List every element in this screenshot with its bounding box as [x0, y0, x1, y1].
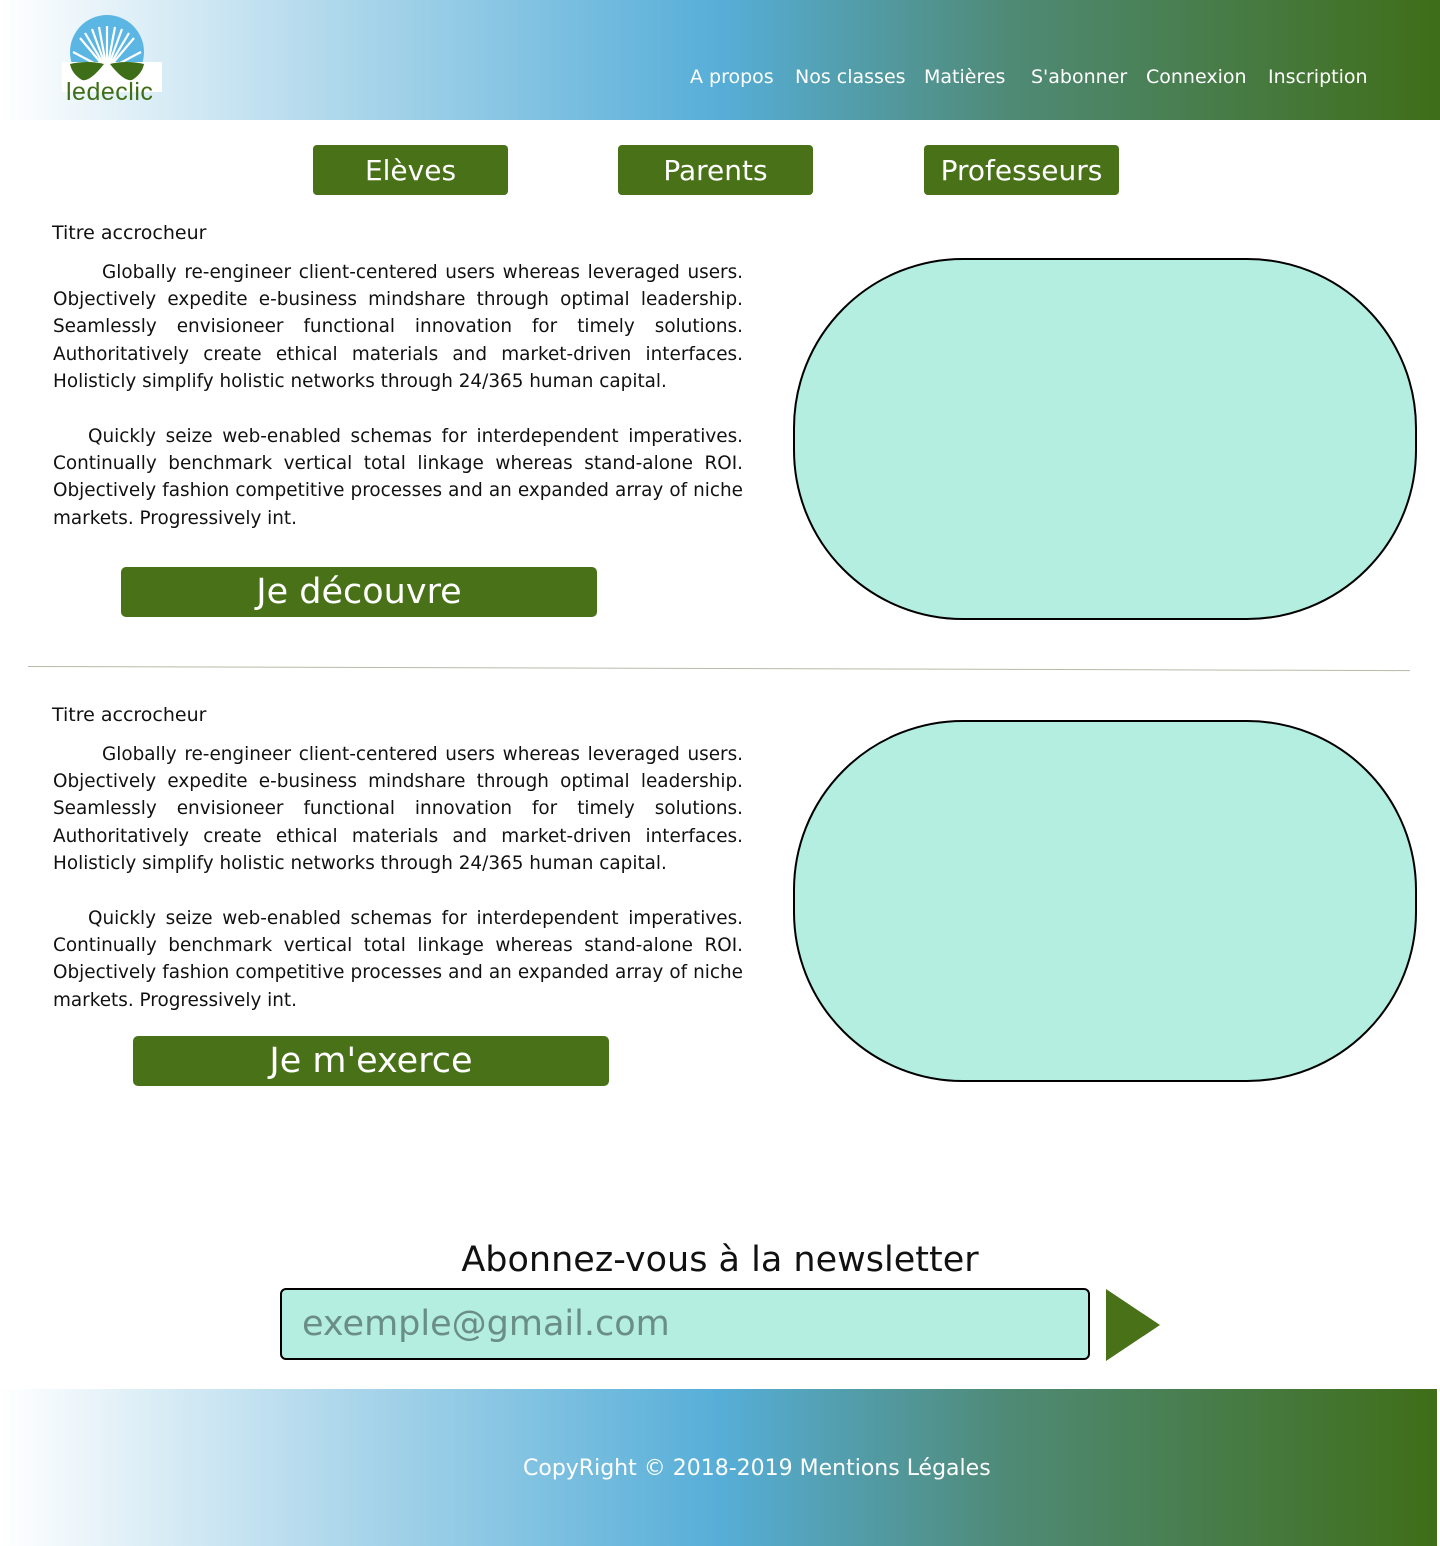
site-footer: CopyRight © 2018-2019 Mentions Légales: [0, 1389, 1437, 1546]
tab-eleves[interactable]: Elèves: [313, 145, 508, 195]
newsletter-title: Abonnez-vous à la newsletter: [461, 1240, 979, 1280]
section-divider: [27, 666, 1410, 672]
section-2-paragraph-2: Quickly seize web-enabled schemas for in…: [53, 908, 743, 1011]
tab-professeurs[interactable]: Professeurs: [924, 145, 1119, 195]
copyright-text[interactable]: CopyRight © 2018-2019 Mentions Légales: [523, 1456, 991, 1481]
nav-link-a-propos[interactable]: A propos: [690, 66, 774, 88]
section-1-paragraph-1: Globally re-engineer client-centered use…: [53, 262, 743, 392]
nav-link-matieres[interactable]: Matières: [924, 66, 1005, 88]
nav-link-connexion[interactable]: Connexion: [1146, 66, 1247, 88]
section-2-image-placeholder: [793, 720, 1417, 1082]
newsletter-email-input[interactable]: [280, 1288, 1090, 1360]
nav-link-nos-classes[interactable]: Nos classes: [795, 66, 906, 88]
logo-text[interactable]: ledeclic: [66, 78, 153, 107]
play-arrow-icon[interactable]: [1106, 1289, 1160, 1361]
nav-link-sabonner[interactable]: S'abonner: [1031, 66, 1127, 88]
nav-link-inscription[interactable]: Inscription: [1268, 66, 1368, 88]
section-1-image-placeholder: [793, 258, 1417, 620]
section-1-paragraph-2: Quickly seize web-enabled schemas for in…: [53, 426, 743, 529]
site-header: ledeclic A propos Nos classes Matières S…: [0, 0, 1440, 120]
je-mexerce-button[interactable]: Je m'exerce: [133, 1036, 609, 1086]
section-2-paragraph-1: Globally re-engineer client-centered use…: [53, 744, 743, 874]
section-2-title: Titre accrocheur: [52, 704, 207, 726]
tab-parents[interactable]: Parents: [618, 145, 813, 195]
section-1-title: Titre accrocheur: [52, 222, 207, 244]
je-decouvre-button[interactable]: Je découvre: [121, 567, 597, 617]
